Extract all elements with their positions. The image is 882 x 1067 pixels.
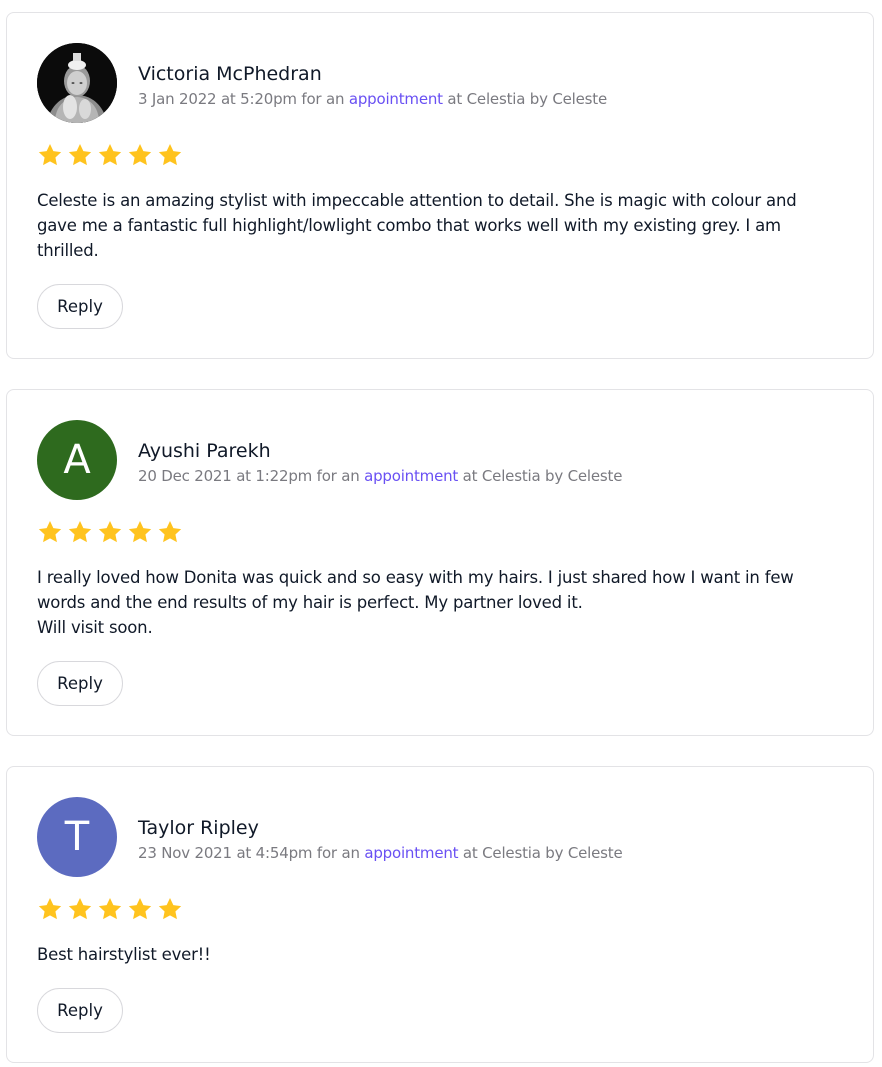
portrait-photo [37, 43, 117, 123]
star-icon [37, 519, 63, 545]
star-icon [97, 519, 123, 545]
review-text-line: I really loved how Donita was quick and … [37, 568, 794, 587]
reply-button[interactable]: Reply [37, 284, 123, 329]
avatar: T [37, 797, 117, 877]
review-date: 23 Nov 2021 at 4:54pm for an [138, 844, 360, 862]
reviewer-name: Ayushi Parekh [138, 440, 271, 462]
star-icon [97, 142, 123, 168]
review-card: Victoria McPhedran 3 Jan 2022 at 5:20pm … [6, 12, 874, 359]
star-icon [127, 896, 153, 922]
star-icon [37, 142, 63, 168]
avatar [37, 43, 117, 123]
star-rating [37, 519, 183, 545]
star-icon [157, 896, 183, 922]
review-text: Best hairstylist ever!! [37, 942, 837, 967]
appointment-link[interactable]: appointment [364, 467, 458, 485]
review-text-line: gave me a fantastic full highlight/lowli… [37, 216, 781, 235]
review-date: 20 Dec 2021 at 1:22pm for an [138, 467, 360, 485]
venue-name: at Celestia by Celeste [447, 90, 607, 108]
star-icon [67, 896, 93, 922]
star-icon [127, 142, 153, 168]
avatar-initial: T [64, 814, 90, 860]
venue-name: at Celestia by Celeste [462, 467, 623, 485]
review-text-line: words and the end results of my hair is … [37, 593, 583, 612]
review-text-line: thrilled. [37, 241, 99, 260]
review-card: T Taylor Ripley 23 Nov 2021 at 4:54pm fo… [6, 766, 874, 1063]
appointment-link[interactable]: appointment [349, 90, 443, 108]
venue-name: at Celestia by Celeste [462, 844, 623, 862]
review-text: I really loved how Donita was quick and … [37, 565, 837, 640]
star-icon [157, 519, 183, 545]
star-icon [67, 142, 93, 168]
star-icon [37, 896, 63, 922]
reply-button[interactable]: Reply [37, 661, 123, 706]
reviewer-name: Taylor Ripley [138, 817, 259, 839]
review-text-line: Will visit soon. [37, 618, 153, 637]
star-icon [97, 896, 123, 922]
star-icon [127, 519, 153, 545]
review-text-line: Celeste is an amazing stylist with impec… [37, 191, 797, 210]
reviewer-name: Victoria McPhedran [138, 63, 322, 85]
star-rating [37, 896, 183, 922]
star-icon [67, 519, 93, 545]
star-icon [157, 142, 183, 168]
review-date: 3 Jan 2022 at 5:20pm for an [138, 90, 345, 108]
star-rating [37, 142, 183, 168]
review-meta: 3 Jan 2022 at 5:20pm for an appointment … [138, 89, 607, 109]
appointment-link[interactable]: appointment [364, 844, 458, 862]
review-card: A Ayushi Parekh 20 Dec 2021 at 1:22pm fo… [6, 389, 874, 736]
reply-button[interactable]: Reply [37, 988, 123, 1033]
review-meta: 23 Nov 2021 at 4:54pm for an appointment… [138, 843, 623, 863]
review-text-line: Best hairstylist ever!! [37, 945, 211, 964]
review-meta: 20 Dec 2021 at 1:22pm for an appointment… [138, 466, 622, 486]
review-text: Celeste is an amazing stylist with impec… [37, 188, 837, 263]
avatar-initial: A [63, 437, 91, 483]
review-list: Victoria McPhedran 3 Jan 2022 at 5:20pm … [0, 0, 882, 1067]
avatar: A [37, 420, 117, 500]
